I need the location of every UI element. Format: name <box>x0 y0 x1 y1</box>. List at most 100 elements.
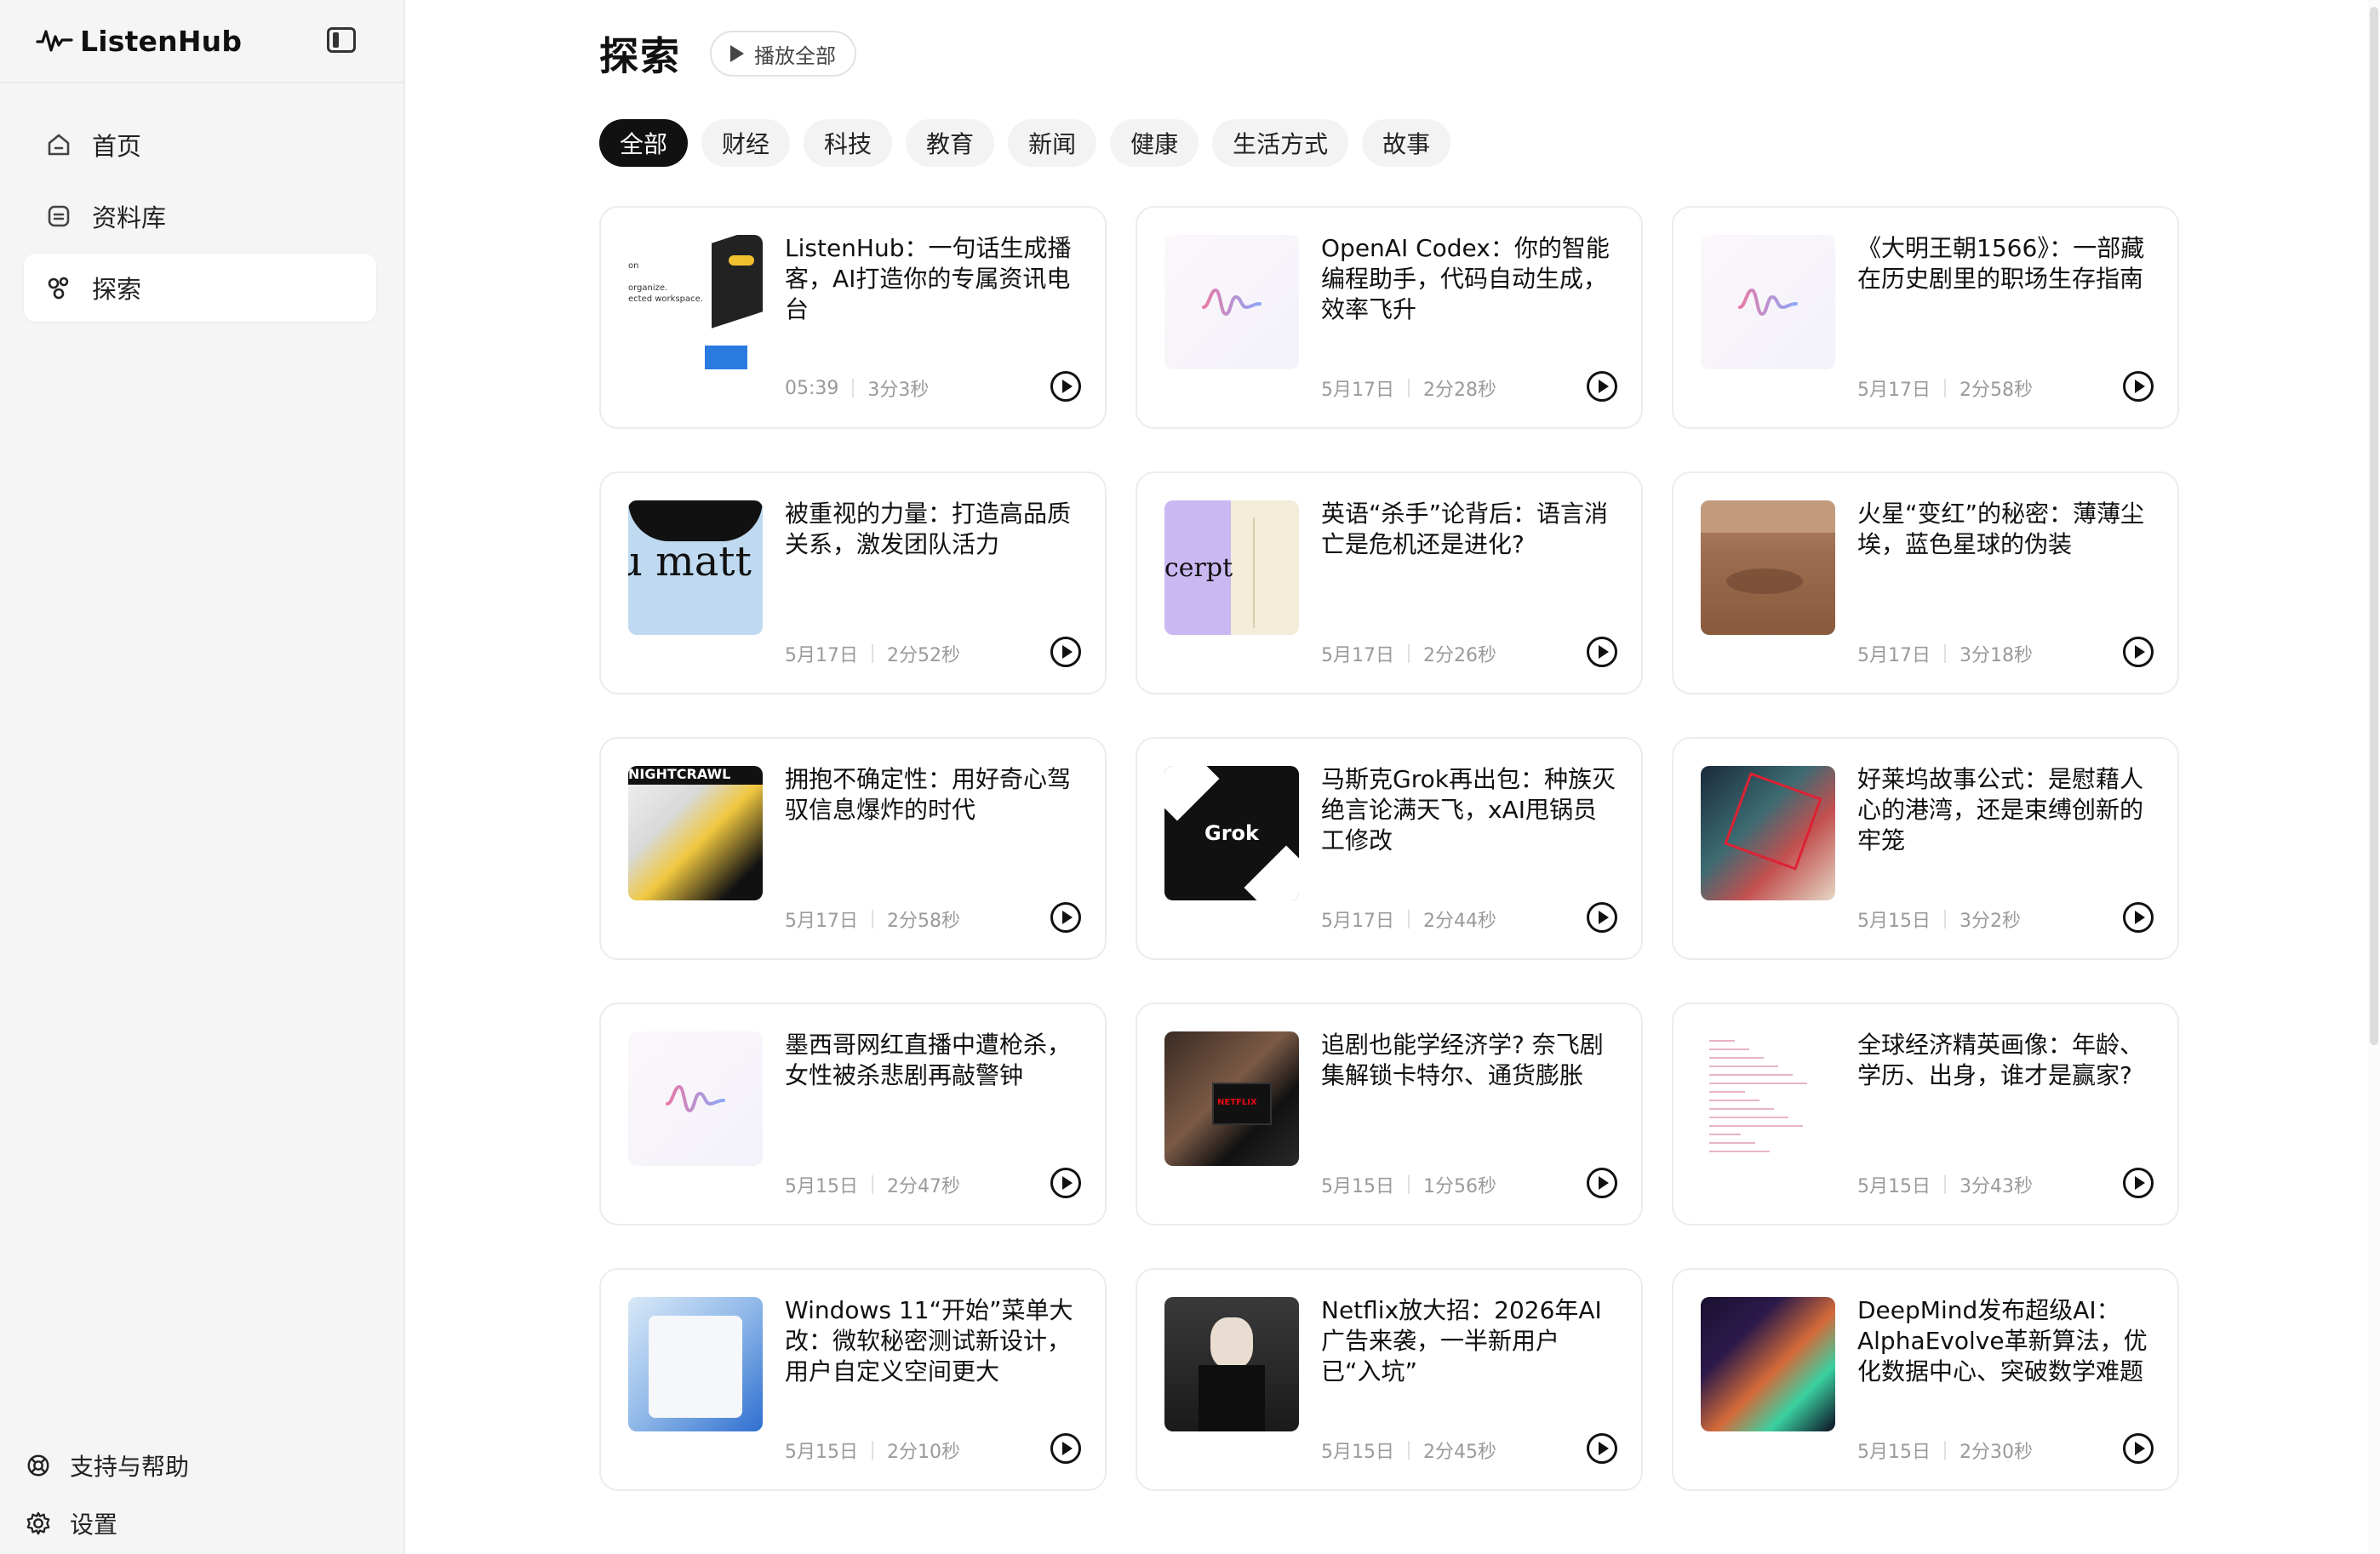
episode-card[interactable]: on organize. ected workspace. ListenHub：一句话… <box>599 206 1107 429</box>
tab-health[interactable]: 健康 <box>1110 119 1199 167</box>
episode-thumbnail: cerpt <box>1164 500 1299 635</box>
episode-duration: 1分56秒 <box>1423 1176 1496 1197</box>
episode-card[interactable]: 《大明王朝1566》：一部藏在历史剧里的职场生存指南 5月17日 2分58秒 <box>1672 206 2179 429</box>
episode-meta: 5月15日 1分56秒 <box>1321 1171 1496 1198</box>
episode-date: 5月15日 <box>1857 1442 1931 1463</box>
episode-card[interactable]: Netflix放大招：2026年AI广告来袭，一半新用户已“入坑” 5月15日 2分… <box>1136 1268 1643 1491</box>
play-circle-icon[interactable] <box>1050 371 1081 402</box>
episode-duration: 2分26秒 <box>1423 645 1496 666</box>
listenhub-logo-thumbnail <box>1164 235 1299 369</box>
episode-title: 被重视的力量：打造高品质关系，激发团队活力 <box>785 500 1072 558</box>
episode-title: 拥抱不确定性：用好奇心驾驭信息爆炸的时代 <box>785 765 1072 824</box>
episode-meta: 5月17日 2分26秒 <box>1321 640 1496 667</box>
tab-education[interactable]: 教育 <box>906 119 995 167</box>
play-circle-icon[interactable] <box>2123 637 2154 667</box>
play-circle-icon[interactable] <box>1587 902 1617 933</box>
play-circle-icon[interactable] <box>1050 1168 1081 1198</box>
play-circle-icon[interactable] <box>2123 1433 2154 1464</box>
listenhub-logo-thumbnail <box>1701 235 1835 369</box>
meta-separator <box>872 910 873 928</box>
episode-card[interactable]: NETFLIX 追剧也能学经济学? 奈飞剧集解锁卡特尔、通货膨胀 5月15日 1分56… <box>1136 1003 1643 1225</box>
meta-separator <box>1408 379 1410 397</box>
episode-thumbnail <box>1164 1297 1299 1431</box>
episode-title: Windows 11“开始”菜单大改：微软秘密测试新设计，用户自定义空间更大 <box>785 1296 1073 1385</box>
episode-card[interactable]: DeepMind发布超级AI：AlphaEvolve革新算法，优化数据中心、突破… <box>1672 1268 2179 1491</box>
tab-all[interactable]: 全部 <box>599 119 689 167</box>
play-circle-icon[interactable] <box>1050 1433 1081 1464</box>
play-circle-icon[interactable] <box>1587 1168 1617 1198</box>
tab-tech[interactable]: 科技 <box>804 119 893 167</box>
episode-thumbnail <box>1701 1297 1835 1431</box>
meta-separator <box>1408 1175 1410 1194</box>
episode-card[interactable]: 墨西哥网红直播中遭枪杀，女性被杀悲剧再敲警钟 5月15日 2分47秒 <box>599 1003 1107 1225</box>
play-circle-icon[interactable] <box>2123 902 2154 933</box>
play-circle-icon[interactable] <box>1587 637 1617 667</box>
tab-news[interactable]: 新闻 <box>1008 119 1097 167</box>
episode-date: 5月15日 <box>1321 1176 1394 1197</box>
page-title: 探索 <box>599 33 681 79</box>
episode-card[interactable]: 全球经济精英画像：年龄、学历、出身，谁才是赢家? 5月15日 3分43秒 <box>1672 1003 2179 1225</box>
episode-card[interactable]: u matt 被重视的力量：打造高品质关系，激发团队活力 5月17日 2分52秒 <box>599 471 1107 694</box>
episode-meta: 5月17日 2分58秒 <box>785 906 960 933</box>
chart-thumbnail <box>1701 1031 1835 1166</box>
play-circle-icon[interactable] <box>1587 371 1617 402</box>
episode-meta: 5月15日 2分45秒 <box>1321 1437 1496 1464</box>
support-help-link[interactable]: 支持与帮助 <box>26 1437 189 1494</box>
meta-separator <box>872 1441 873 1460</box>
scrollbar[interactable] <box>2368 0 2380 1554</box>
play-circle-icon[interactable] <box>2123 1168 2154 1198</box>
episode-card[interactable]: 好莱坞故事公式：是慰藉人心的港湾，还是束缚创新的牢笼 5月15日 3分2秒 <box>1672 737 2179 960</box>
sidebar-item-label: 首页 <box>92 132 142 161</box>
episode-card[interactable]: Windows 11“开始”菜单大改：微软秘密测试新设计，用户自定义空间更大 5月… <box>599 1268 1107 1491</box>
brand[interactable]: ListenHub <box>36 24 242 58</box>
tab-stories[interactable]: 故事 <box>1362 119 1451 167</box>
play-all-label: 播放全部 <box>754 43 836 68</box>
episode-card[interactable]: 火星“变红”的秘密：薄薄尘埃，蓝色星球的伪装 5月17日 3分18秒 <box>1672 471 2179 694</box>
sidebar-item-label: 资料库 <box>92 203 167 232</box>
episode-title: DeepMind发布超级AI：AlphaEvolve革新算法，优化数据中心、突破… <box>1857 1296 2148 1385</box>
episode-title: 马斯克Grok再出包：种族灭绝言论满天飞，xAI甩锅员工修改 <box>1321 765 1616 854</box>
episode-title: 追剧也能学经济学? 奈飞剧集解锁卡特尔、通货膨胀 <box>1321 1031 1604 1089</box>
meta-separator <box>872 644 873 663</box>
episode-card[interactable]: Grok 马斯克Grok再出包：种族灭绝言论满天飞，xAI甩锅员工修改 5月17日 2… <box>1136 737 1643 960</box>
sidebar-item-library[interactable]: 资料库 <box>24 182 376 250</box>
episode-title: 全球经济精英画像：年龄、学历、出身，谁才是赢家? <box>1857 1031 2144 1089</box>
sidebar-item-explore[interactable]: 探索 <box>24 254 376 322</box>
episode-duration: 2分58秒 <box>1959 380 2033 401</box>
episode-card[interactable]: cerpt 英语“杀手”论背后：语言消亡是危机还是进化? 5月17日 2分26秒 <box>1136 471 1643 694</box>
scrollbar-thumb[interactable] <box>2370 7 2378 1045</box>
episode-date: 5月17日 <box>1857 380 1931 401</box>
thumb-caption: Grok <box>1204 821 1259 845</box>
sidebar-item-home[interactable]: 首页 <box>24 111 376 179</box>
meta-separator <box>1944 379 1946 397</box>
episode-card[interactable]: NIGHTCRAWL 拥抱不确定性：用好奇心驾驭信息爆炸的时代 5月17日 2分58秒 <box>599 737 1107 960</box>
sidebar-divider <box>0 82 405 83</box>
episode-meta: 5月17日 2分58秒 <box>1857 374 2033 402</box>
sidebar-bottom: 支持与帮助 设置 <box>26 1437 189 1552</box>
meta-separator <box>852 379 855 397</box>
play-circle-icon[interactable] <box>1050 637 1081 667</box>
tab-finance[interactable]: 财经 <box>701 119 791 167</box>
episode-meta: 5月15日 2分47秒 <box>785 1171 960 1198</box>
episode-thumbnail: NIGHTCRAWL <box>628 766 763 900</box>
sidebar-nav: 首页 资料库 探索 <box>24 111 376 325</box>
play-circle-icon[interactable] <box>1050 902 1081 933</box>
settings-link[interactable]: 设置 <box>26 1494 189 1552</box>
home-icon <box>46 132 72 157</box>
play-circle-icon[interactable] <box>2123 371 2154 402</box>
episode-date: 5月17日 <box>785 645 858 666</box>
sidebar-toggle-icon[interactable] <box>327 27 356 53</box>
meta-separator <box>1408 910 1410 928</box>
episode-meta: 5月17日 3分18秒 <box>1857 640 2033 667</box>
episode-date: 5月17日 <box>1321 911 1394 932</box>
play-icon <box>730 45 744 62</box>
episode-meta: 5月15日 3分43秒 <box>1857 1171 2033 1198</box>
play-circle-icon[interactable] <box>1587 1433 1617 1464</box>
thumb-caption: NIGHTCRAWL <box>628 766 763 785</box>
episode-title: ListenHub：一句话生成播客，AI打造你的专属资讯电台 <box>785 234 1072 323</box>
episode-meta: 5月15日 2分30秒 <box>1857 1437 2033 1464</box>
tab-lifestyle[interactable]: 生活方式 <box>1212 119 1349 167</box>
episode-duration: 2分44秒 <box>1423 911 1496 932</box>
episode-card[interactable]: OpenAI Codex：你的智能编程助手，代码自动生成，效率飞升 5月17日 2分… <box>1136 206 1643 429</box>
play-all-button[interactable]: 播放全部 <box>710 31 856 77</box>
